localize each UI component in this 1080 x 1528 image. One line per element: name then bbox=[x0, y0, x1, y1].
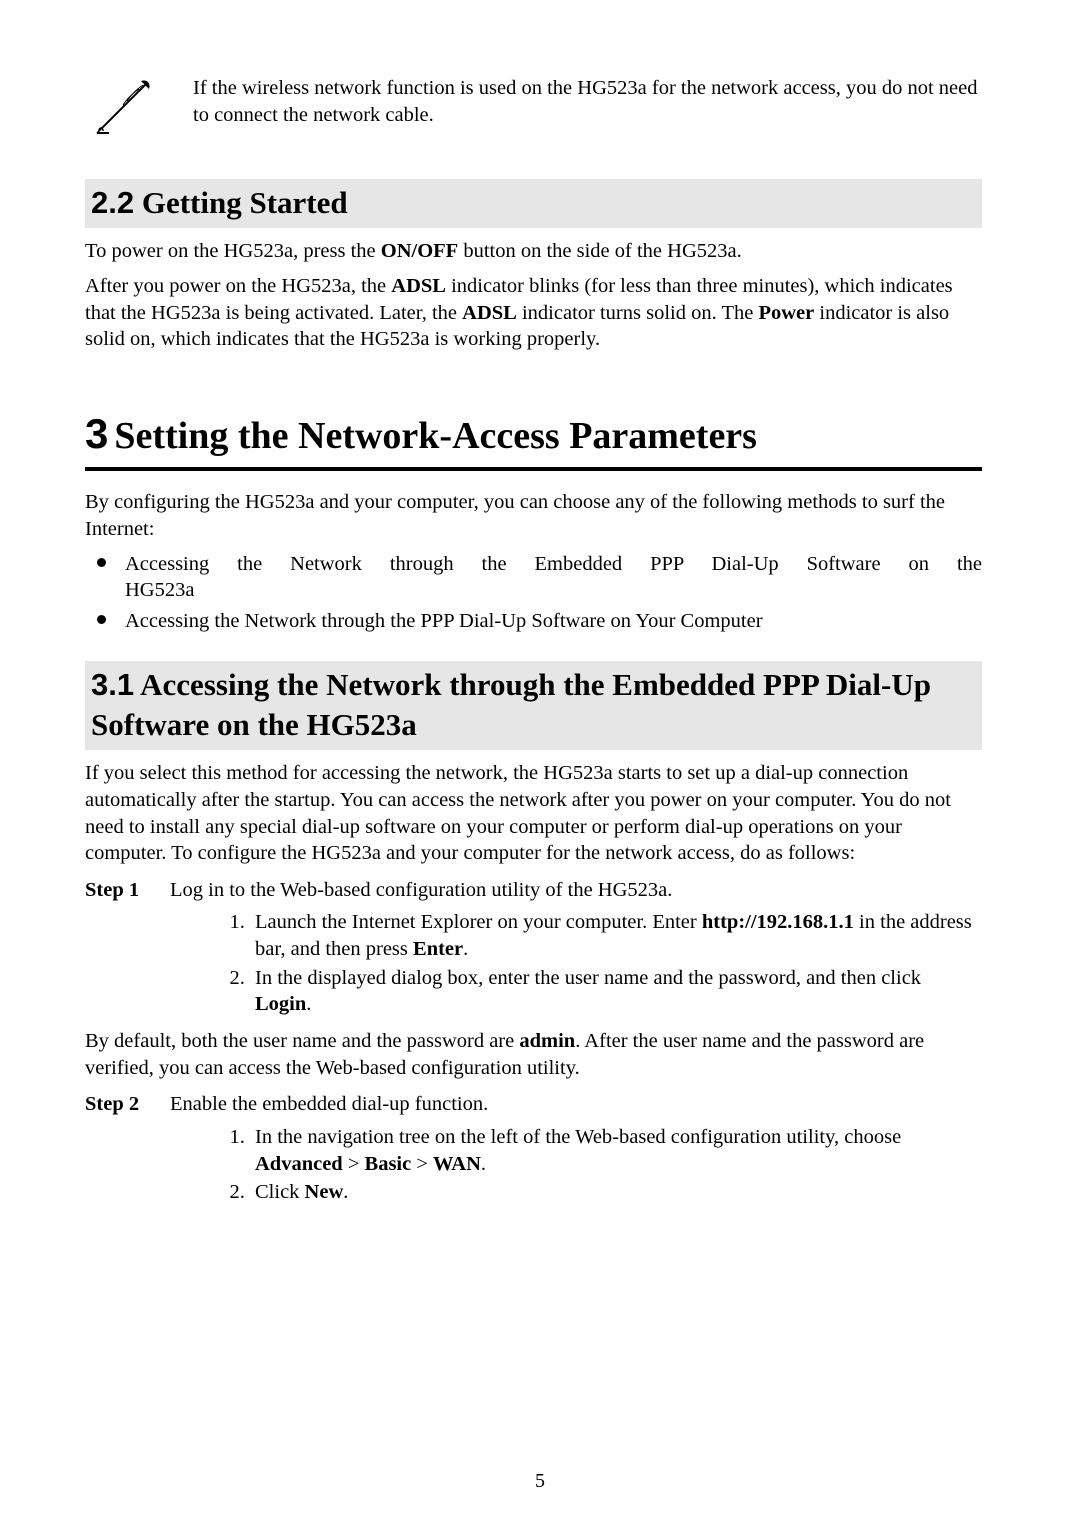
note-icon-cell bbox=[85, 75, 193, 137]
step-label: Step 2 bbox=[85, 1091, 170, 1118]
step-body: Enable the embedded dial-up function. bbox=[170, 1091, 982, 1118]
ordered-list: In the navigation tree on the left of th… bbox=[85, 1124, 982, 1206]
list-item: Launch the Internet Explorer on your com… bbox=[250, 909, 982, 962]
heading-3: 3Setting the Network-Access Parameters bbox=[85, 407, 982, 472]
page-number: 5 bbox=[0, 1468, 1080, 1494]
note-row: If the wireless network function is used… bbox=[85, 75, 982, 137]
quill-note-icon bbox=[93, 75, 155, 137]
step-1: Step 1 Log in to the Web-based configura… bbox=[85, 877, 982, 904]
list-item: In the navigation tree on the left of th… bbox=[250, 1124, 982, 1177]
heading-title: Accessing the Network through the Embedd… bbox=[91, 667, 931, 742]
list-item: In the displayed dialog box, enter the u… bbox=[250, 965, 982, 1018]
list-item: Accessing the Network through the PPP Di… bbox=[85, 608, 982, 635]
heading-2-2: 2.2 Getting Started bbox=[85, 179, 982, 228]
ordered-list: Launch the Internet Explorer on your com… bbox=[85, 909, 982, 1018]
heading-number: 2.2 bbox=[91, 185, 134, 220]
bullet-list: Accessing the Network through the Embedd… bbox=[85, 551, 982, 635]
list-item: Click New. bbox=[250, 1179, 982, 1206]
paragraph: To power on the HG523a, press the ON/OFF… bbox=[85, 238, 982, 265]
list-item: Accessing the Network through the Embedd… bbox=[85, 551, 982, 604]
note-text: If the wireless network function is used… bbox=[193, 75, 982, 128]
heading-title: Getting Started bbox=[142, 185, 348, 220]
step-2: Step 2 Enable the embedded dial-up funct… bbox=[85, 1091, 982, 1118]
paragraph: After you power on the HG523a, the ADSL … bbox=[85, 273, 982, 353]
step-body: Log in to the Web-based configuration ut… bbox=[170, 877, 982, 904]
step-label: Step 1 bbox=[85, 877, 170, 904]
paragraph: By configuring the HG523a and your compu… bbox=[85, 489, 982, 542]
heading-3-1: 3.1 Accessing the Network through the Em… bbox=[85, 661, 982, 751]
heading-number: 3 bbox=[85, 410, 114, 457]
paragraph: If you select this method for accessing … bbox=[85, 760, 982, 867]
heading-title: Setting the Network-Access Parameters bbox=[114, 415, 757, 457]
heading-number: 3.1 bbox=[91, 667, 134, 702]
paragraph: By default, both the user name and the p… bbox=[85, 1028, 982, 1081]
